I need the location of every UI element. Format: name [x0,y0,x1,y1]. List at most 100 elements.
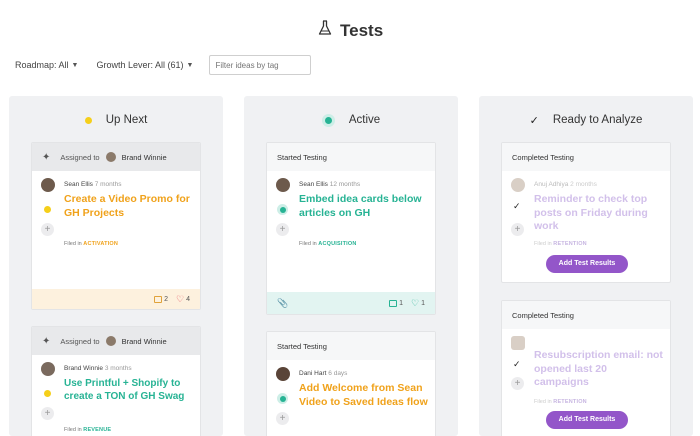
card-body: ✓ + Resubscription email: not opened las… [502,329,670,405]
like-count-value: 4 [186,295,190,303]
filed-label: Filed in [534,241,552,247]
assignee-name: Brand Winnie [121,152,167,162]
card-title[interactable]: Embed idea cards below articles on GH [299,193,429,220]
status-dot-icon [277,204,288,215]
page-title-text: Tests [340,20,384,40]
filed-in: Filed in ACTIVATION [64,241,118,247]
column-title: Ready to Analyze [552,114,643,126]
card-body: Sean Ellis 12 months + Embed idea cards … [267,171,435,247]
plus-icon[interactable]: + [41,407,54,420]
plus-icon[interactable]: + [511,377,524,390]
card-header: Completed Testing [502,143,670,171]
card-meta: Sean Ellis 12 months [299,181,360,188]
column-title: Up Next [105,114,148,126]
assignee-name: Brand Winnie [121,336,167,346]
column-header: Active [244,110,458,130]
plus-icon[interactable]: + [276,412,289,425]
filed-in: Filed in ACQUISITION [299,241,357,247]
category-tag[interactable]: REVENUE [83,427,111,433]
add-test-results-button[interactable]: Add Test Results [546,255,628,273]
comment-count[interactable]: 2 [154,295,169,303]
wand-icon: ✦ [42,151,51,163]
tag-filter-input[interactable] [209,55,312,75]
comment-count-value: 2 [164,295,169,303]
flask-icon [318,20,332,41]
card-title[interactable]: Add Welcome from Sean Video to Saved Ide… [299,382,429,409]
idea-card[interactable]: ✦ Assigned to Brand Winnie Sean Ellis 7 … [31,142,201,310]
filed-in: Filed in RETENTION [534,241,587,247]
column-header: ✓ Ready to Analyze [479,110,693,130]
assigned-label: Assigned to [60,336,100,346]
active-dot-icon [321,113,335,127]
card-title[interactable]: Reminder to check top posts on Friday du… [534,193,664,234]
category-tag[interactable]: RETENTION [553,241,587,247]
like-count[interactable]: ♡ 1 [411,298,425,309]
card-header: ✦ Assigned to Brand Winnie [32,143,200,171]
card-meta: Sean Ellis 7 months [64,181,121,188]
like-count[interactable]: ♡ 4 [176,294,190,305]
growth-lever-filter[interactable]: Growth Lever: All (61) ▼ [96,60,193,70]
filed-in: Filed in RETENTION [534,399,587,405]
plus-icon[interactable]: + [511,223,524,236]
time-ago: 12 months [329,181,361,188]
card-body: Brand Winnie 3 months + Use Printful + S… [32,355,200,433]
roadmap-filter[interactable]: Roadmap: All ▼ [15,60,78,70]
avatar [276,178,290,192]
author-name: Dani Hart [299,370,327,377]
card-header: Started Testing [267,143,435,171]
check-icon: ✓ [529,114,539,127]
page-title: Tests [318,20,383,41]
comment-icon [154,295,163,303]
growth-lever-filter-label: Growth Lever: All (61) [96,60,184,70]
idea-card[interactable]: Completed Testing ✓ + Resubscription ema… [501,300,671,436]
author-name: Anuj Adhiya [534,181,569,188]
wand-icon: ✦ [42,335,51,347]
filed-label: Filed in [64,427,82,433]
idea-card[interactable]: Started Testing Dani Hart 6 days + Add W… [266,331,436,436]
time-ago: 6 days [328,370,348,377]
check-icon: ✓ [513,201,521,211]
add-test-results-button[interactable]: Add Test Results [546,411,628,429]
card-meta: Brand Winnie 3 months [64,365,132,372]
card-title[interactable]: Create a Video Promo for GH Projects [64,193,194,220]
comment-icon [389,299,398,307]
column-active: Active Started Testing Sean Ellis 12 mon… [244,96,458,436]
roadmap-filter-label: Roadmap: All [15,60,69,70]
idea-card[interactable]: ✦ Assigned to Brand Winnie Brand Winnie … [31,326,201,436]
assigned-label: Assigned to [60,152,100,162]
avatar [105,152,116,162]
avatar [105,336,116,346]
heart-icon: ♡ [176,293,185,304]
card-header: ✦ Assigned to Brand Winnie [32,327,200,355]
paperclip-icon[interactable]: 📎 [277,298,288,309]
comment-count[interactable]: 1 [389,299,404,307]
card-meta: Anuj Adhiya 2 months [534,181,597,188]
status-dot-icon [277,393,288,404]
card-header: Started Testing [267,332,435,360]
page-header: Tests [0,0,700,48]
status-label: Completed Testing [512,310,574,320]
category-tag[interactable]: ACQUISITION [318,241,356,247]
column-ready-to-analyze: ✓ Ready to Analyze Completed Testing Anu… [479,96,693,436]
filed-label: Filed in [534,399,552,405]
card-footer: 📎 1 ♡ 1 [267,292,435,314]
status-label: Started Testing [277,341,327,351]
plus-icon[interactable]: + [276,223,289,236]
card-title[interactable]: Use Printful + Shopify to create a TON o… [64,377,194,403]
status-label: Started Testing [277,152,327,162]
avatar [511,178,525,192]
category-tag[interactable]: ACTIVATION [83,241,118,247]
comment-count-value: 1 [399,299,404,307]
card-title[interactable]: Resubscription email: not opened last 20… [534,349,664,390]
yellow-dot-icon [84,116,92,124]
plus-icon[interactable]: + [41,223,54,236]
avatar [276,367,290,381]
author-name: Sean Ellis [64,181,93,188]
time-ago: 7 months [94,181,122,188]
author-name: Sean Ellis [299,181,328,188]
idea-card[interactable]: Completed Testing Anuj Adhiya 2 months ✓… [501,142,671,283]
filed-in: Filed in REVENUE [64,427,111,433]
category-tag[interactable]: RETENTION [553,399,587,405]
idea-card[interactable]: Started Testing Sean Ellis 12 months + E… [266,142,436,315]
chevron-down-icon: ▼ [186,61,194,69]
